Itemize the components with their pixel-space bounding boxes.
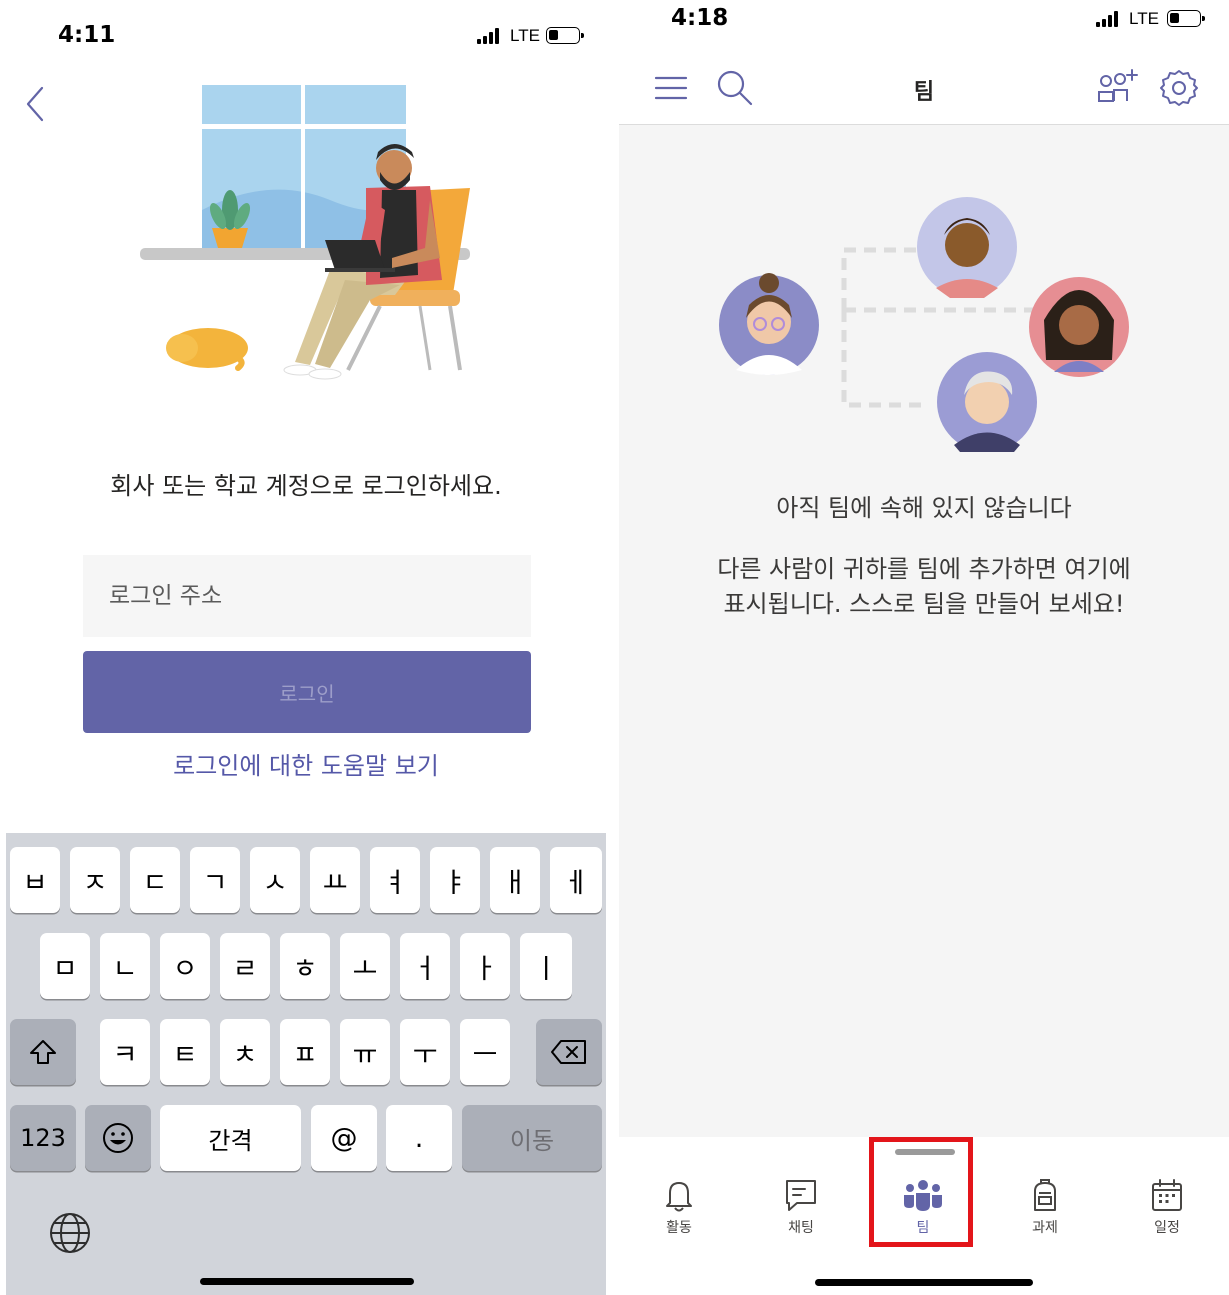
bell-icon <box>666 1182 692 1212</box>
page: 4:11 LTE 회사 또는 학교 계정으로 로그인하세요. 로그인 주소 로그… <box>0 0 1229 1295</box>
empty-desc-line-1: 다른 사람이 귀하를 팀에 추가하면 여기에 <box>717 555 1131 583</box>
gear-icon <box>1160 70 1198 106</box>
key-o[interactable]: ㅗ <box>340 933 390 999</box>
bottom-tab-bar: 활동 채팅 팀 과제 일정 <box>619 1137 1229 1295</box>
network-label: LTE <box>1129 9 1159 28</box>
go-key[interactable]: 이동 <box>462 1105 602 1171</box>
status-time: 4:18 <box>671 5 729 31</box>
team-people-illustration <box>719 197 1129 452</box>
status-bar: 4:11 LTE <box>0 0 612 70</box>
empty-state-description: 다른 사람이 귀하를 팀에 추가하면 여기에 표시됩니다. 스스로 팀을 만들어… <box>659 552 1189 622</box>
chevron-left-icon <box>26 86 44 122</box>
signal-icon <box>477 28 499 44</box>
calendar-icon <box>1152 1179 1182 1211</box>
key-p[interactable]: ㅍ <box>280 1019 330 1085</box>
key-a[interactable]: ㅏ <box>460 933 510 999</box>
key-d[interactable]: ㄷ <box>130 847 180 913</box>
key-i[interactable]: ㅣ <box>520 933 572 999</box>
signal-icon <box>1096 11 1118 27</box>
tab-label-chat: 채팅 <box>788 1220 814 1236</box>
language-switch-button[interactable] <box>48 1211 92 1255</box>
settings-button[interactable] <box>1159 68 1199 108</box>
working-person-illustration <box>140 85 470 380</box>
backspace-key[interactable] <box>536 1019 602 1085</box>
join-create-team-button[interactable] <box>1096 68 1140 106</box>
battery-icon <box>1167 10 1205 27</box>
battery-icon <box>546 27 584 44</box>
tab-activity[interactable]: 활동 <box>629 1177 729 1247</box>
highlight-box <box>869 1137 973 1247</box>
backpack-icon <box>1034 1179 1056 1211</box>
login-address-input[interactable] <box>83 555 531 637</box>
shift-key[interactable] <box>10 1019 76 1085</box>
key-r[interactable]: ㄹ <box>220 933 270 999</box>
tab-label-activity: 활동 <box>666 1220 692 1236</box>
key-n[interactable]: ㄴ <box>100 933 150 999</box>
key-s[interactable]: ㅅ <box>250 847 300 913</box>
key-t[interactable]: ㅌ <box>160 1019 210 1085</box>
shift-icon <box>30 1040 56 1064</box>
key-yu[interactable]: ㅠ <box>340 1019 390 1085</box>
key-yeo[interactable]: ㅕ <box>370 847 420 913</box>
network-label: LTE <box>510 26 540 45</box>
key-g[interactable]: ㄱ <box>190 847 240 913</box>
tab-label-assignments: 과제 <box>1032 1220 1058 1236</box>
numbers-key[interactable]: 123 <box>10 1105 76 1171</box>
home-indicator <box>200 1278 414 1285</box>
login-help-link[interactable]: 로그인에 대한 도움말 보기 <box>0 746 612 781</box>
teams-screen: 4:18 LTE 팀 아직 팀에 속해 있지 않습니다 다른 사람이 귀하를 팀… <box>619 0 1229 1295</box>
space-key[interactable]: 간격 <box>160 1105 301 1171</box>
backspace-icon <box>551 1040 586 1064</box>
empty-desc-line-2: 표시됩니다. 스스로 팀을 만들어 보세요! <box>723 590 1125 618</box>
key-h[interactable]: ㅎ <box>280 933 330 999</box>
tab-chat[interactable]: 채팅 <box>751 1177 851 1247</box>
back-button[interactable] <box>18 82 58 126</box>
home-indicator <box>815 1279 1033 1286</box>
key-b[interactable]: ㅂ <box>10 847 60 913</box>
emoji-icon <box>103 1123 133 1153</box>
key-eu[interactable]: ㅡ <box>460 1019 510 1085</box>
key-ng[interactable]: ㅇ <box>160 933 210 999</box>
app-header: 4:18 LTE 팀 <box>619 0 1229 125</box>
key-ae[interactable]: ㅐ <box>490 847 540 913</box>
korean-keyboard: ㅂ ㅈ ㄷ ㄱ ㅅ ㅛ ㅕ ㅑ ㅐ ㅔ ㅁ ㄴ ㅇ ㄹ ㅎ ㅗ ㅓ ㅏ ㅣ ㅋ … <box>6 833 606 1295</box>
key-eo[interactable]: ㅓ <box>400 933 450 999</box>
at-key[interactable]: @ <box>311 1105 377 1171</box>
login-screen: 4:11 LTE 회사 또는 학교 계정으로 로그인하세요. 로그인 주소 로그… <box>0 0 612 1295</box>
key-j[interactable]: ㅈ <box>70 847 120 913</box>
tab-label-calendar: 일정 <box>1154 1220 1180 1236</box>
key-e[interactable]: ㅔ <box>550 847 602 913</box>
tab-calendar[interactable]: 일정 <box>1117 1177 1217 1247</box>
key-ya[interactable]: ㅑ <box>430 847 480 913</box>
key-u[interactable]: ㅜ <box>400 1019 450 1085</box>
key-k[interactable]: ㅋ <box>100 1019 150 1085</box>
emoji-key[interactable] <box>85 1105 151 1171</box>
login-button[interactable]: 로그인 <box>83 651 531 733</box>
key-ch[interactable]: ㅊ <box>220 1019 270 1085</box>
status-time: 4:11 <box>58 22 116 48</box>
empty-state-title: 아직 팀에 속해 있지 않습니다 <box>776 494 1072 522</box>
login-prompt-text: 회사 또는 학교 계정으로 로그인하세요. <box>110 472 502 500</box>
globe-icon <box>50 1213 90 1253</box>
key-yo[interactable]: ㅛ <box>310 847 360 913</box>
chat-icon <box>786 1180 816 1211</box>
add-team-icon <box>1098 69 1138 102</box>
key-m[interactable]: ㅁ <box>40 933 90 999</box>
period-key[interactable]: . <box>386 1105 452 1171</box>
tab-assignments[interactable]: 과제 <box>995 1177 1095 1247</box>
